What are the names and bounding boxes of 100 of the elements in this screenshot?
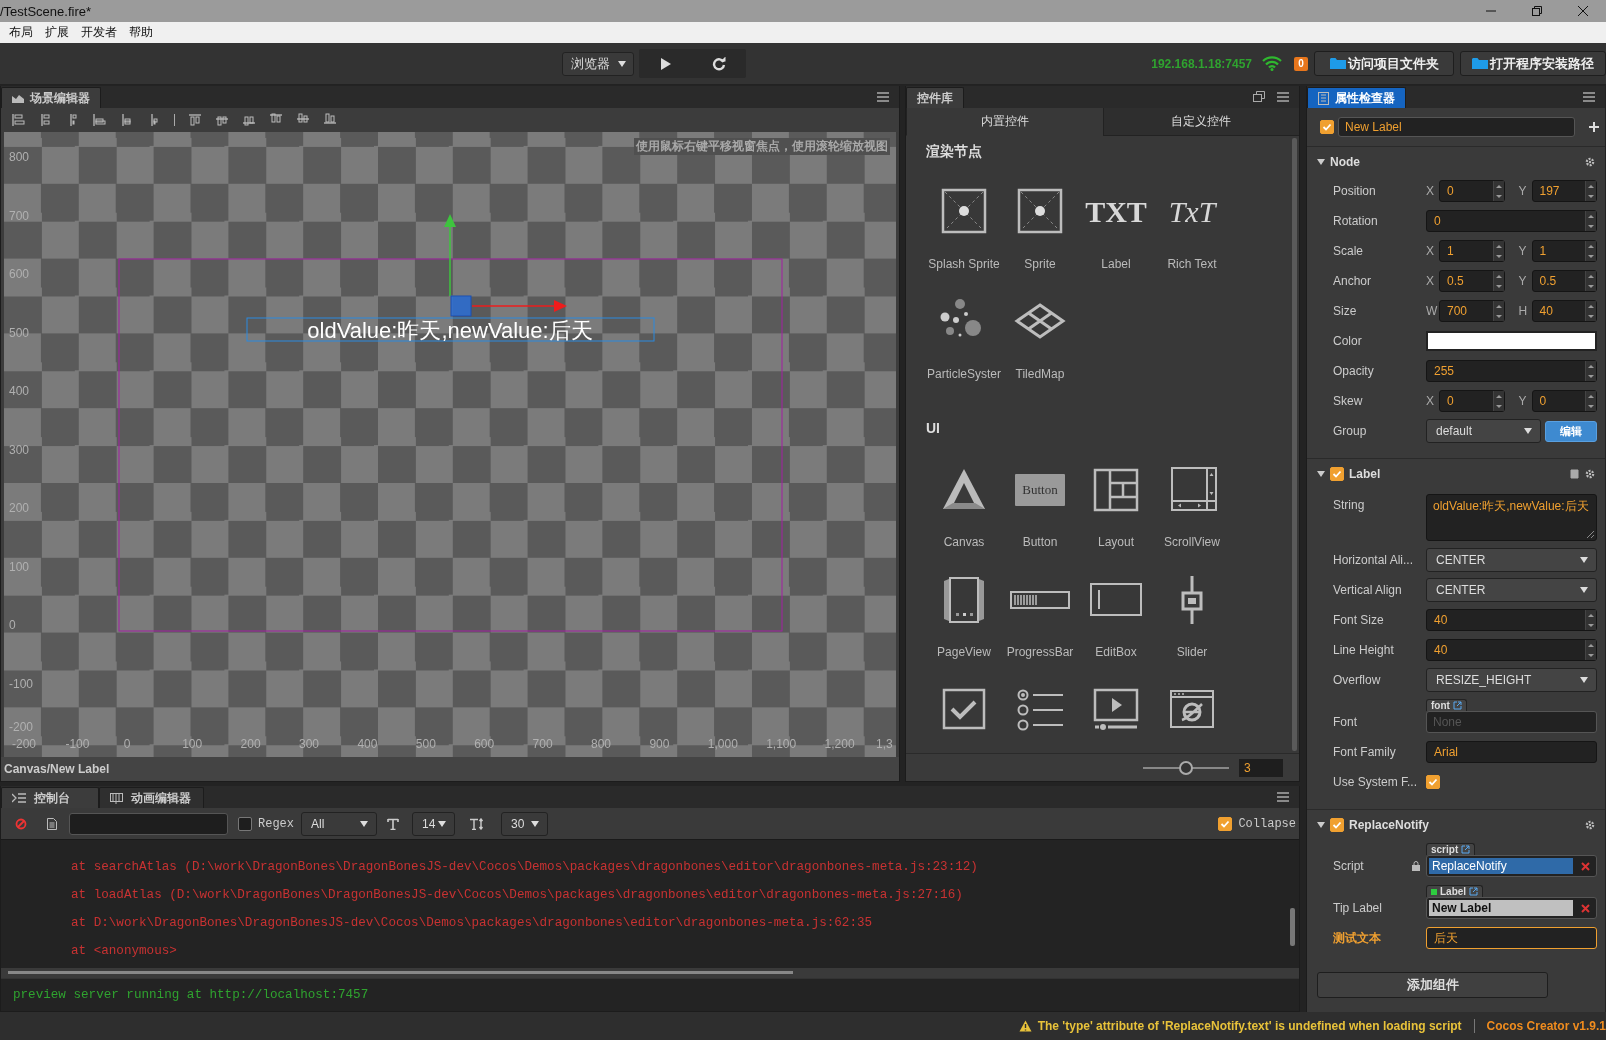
menu-icon[interactable] bbox=[1277, 92, 1289, 102]
settings-icon[interactable] bbox=[1585, 156, 1595, 167]
slider-thumb[interactable] bbox=[1179, 760, 1193, 775]
component-label: Splash Sprite bbox=[928, 256, 1000, 272]
dropdown[interactable]: CENTER bbox=[1426, 548, 1597, 572]
link-icon[interactable] bbox=[1452, 701, 1462, 710]
edit-button[interactable]: 编辑 bbox=[1545, 420, 1597, 442]
menu-icon[interactable] bbox=[1277, 792, 1289, 802]
number-field[interactable]: 0.5 bbox=[1439, 270, 1505, 292]
number-field[interactable]: 40 bbox=[1426, 639, 1597, 661]
align-icon[interactable] bbox=[215, 113, 229, 127]
notification-badge: 0 bbox=[1294, 56, 1308, 71]
align-icon[interactable] bbox=[93, 113, 107, 127]
menu-item[interactable]: 帮助 bbox=[123, 24, 159, 41]
text-field[interactable]: 后天 bbox=[1426, 927, 1597, 949]
settings-icon[interactable] bbox=[1585, 468, 1595, 479]
remove-icon[interactable] bbox=[1581, 903, 1590, 913]
menu-icon[interactable] bbox=[1583, 92, 1595, 102]
number-field[interactable]: 700 bbox=[1439, 300, 1505, 322]
restore-icon[interactable] bbox=[1532, 6, 1542, 16]
component-checkbox[interactable] bbox=[1330, 466, 1344, 481]
number-field[interactable]: 1 bbox=[1439, 240, 1505, 262]
link-icon[interactable] bbox=[1461, 845, 1471, 854]
y-axis-arrow[interactable] bbox=[444, 214, 456, 297]
settings-icon[interactable] bbox=[1585, 819, 1595, 830]
node-field[interactable]: New Label bbox=[1429, 900, 1573, 916]
number-field[interactable]: 197 bbox=[1531, 180, 1597, 202]
text-field[interactable]: Arial bbox=[1426, 741, 1597, 763]
resize-grip-icon[interactable] bbox=[1587, 531, 1594, 538]
checkbox[interactable] bbox=[1426, 775, 1440, 789]
menu-icon[interactable] bbox=[877, 92, 889, 102]
component-checkbox[interactable] bbox=[1330, 817, 1344, 832]
toolbar-button[interactable]: 打开程序安装路径 bbox=[1460, 51, 1606, 76]
filter-field[interactable] bbox=[69, 812, 228, 835]
align-icon[interactable] bbox=[188, 113, 202, 127]
menu-item[interactable]: 扩展 bbox=[39, 24, 75, 41]
align-icon[interactable] bbox=[323, 113, 337, 127]
zoom-field[interactable]: 3 bbox=[1239, 758, 1283, 777]
number-field[interactable]: 0 bbox=[1439, 390, 1505, 412]
clear-icon[interactable] bbox=[15, 817, 27, 830]
align-icon[interactable] bbox=[242, 113, 256, 127]
line-height-icon[interactable] bbox=[469, 817, 483, 830]
scrollbar[interactable] bbox=[8, 971, 793, 974]
node-active-checkbox[interactable] bbox=[1320, 120, 1334, 134]
scrollbar[interactable] bbox=[1292, 138, 1297, 751]
scrollbar[interactable] bbox=[1290, 908, 1295, 946]
check-icon bbox=[1220, 818, 1231, 829]
panel-tab[interactable]: 控制台 bbox=[1, 787, 99, 808]
text-icon[interactable]: TXT bbox=[1085, 195, 1147, 229]
component-label: ParticleSyster bbox=[927, 366, 1001, 382]
number-field[interactable]: 40 bbox=[1426, 609, 1597, 631]
toolbar-button[interactable]: 访问项目文件夹 bbox=[1314, 51, 1454, 76]
regex-checkbox[interactable] bbox=[238, 816, 252, 831]
number-field[interactable]: 40 bbox=[1531, 300, 1597, 322]
property-label: Rotation bbox=[1333, 213, 1379, 230]
section-header[interactable]: Label bbox=[1307, 458, 1605, 488]
add-component-button[interactable]: 添加组件 bbox=[1317, 972, 1548, 998]
library-tab[interactable]: 自定义控件 bbox=[1102, 108, 1299, 136]
ruler-label: 400 bbox=[357, 737, 378, 751]
dropdown[interactable]: CENTER bbox=[1426, 578, 1597, 602]
dropdown[interactable]: RESIZE_HEIGHT bbox=[1426, 668, 1597, 692]
panel-tab[interactable]: 属性检查器 bbox=[1307, 87, 1406, 108]
panel-tab[interactable]: 控件库 bbox=[906, 87, 964, 108]
collapse-checkbox[interactable] bbox=[1218, 816, 1233, 831]
add-icon[interactable] bbox=[1589, 122, 1599, 132]
section-header[interactable]: Node bbox=[1307, 146, 1605, 176]
section-header[interactable]: ReplaceNotify bbox=[1307, 809, 1605, 839]
node-name-field[interactable]: New Label bbox=[1338, 117, 1575, 137]
dropdown[interactable]: 14 bbox=[412, 811, 455, 836]
link-icon[interactable] bbox=[1469, 887, 1479, 896]
panel-tab[interactable]: 场景编辑器 bbox=[1, 87, 101, 108]
number-field[interactable]: 1 bbox=[1531, 240, 1597, 262]
selected-label-node[interactable]: oldValue:昨天,newValue:后天 bbox=[246, 317, 655, 343]
panel-tab[interactable]: 动画编辑器 bbox=[99, 787, 204, 808]
dropdown[interactable]: 30 bbox=[501, 811, 548, 836]
number-field[interactable]: 255 bbox=[1426, 360, 1597, 382]
platform-dropdown[interactable]: 浏览器 bbox=[562, 51, 634, 76]
remove-icon[interactable] bbox=[1581, 861, 1590, 871]
menu-item[interactable]: 开发者 bbox=[75, 24, 123, 41]
align-icon[interactable] bbox=[12, 113, 26, 127]
rich-text-icon[interactable]: TxT bbox=[1168, 195, 1216, 229]
color-field[interactable] bbox=[1426, 331, 1597, 351]
move-handle[interactable] bbox=[450, 295, 472, 317]
number-field[interactable]: 0 bbox=[1426, 210, 1597, 232]
menu-item[interactable]: 布局 bbox=[3, 24, 39, 41]
string-field[interactable]: oldValue:昨天,newValue:后天 bbox=[1426, 494, 1597, 541]
dropdown[interactable]: All bbox=[301, 811, 377, 836]
button-icon[interactable]: Button bbox=[1015, 474, 1065, 506]
number-field[interactable]: 0 bbox=[1531, 390, 1597, 412]
number-field[interactable]: 0 bbox=[1439, 180, 1505, 202]
close-icon[interactable] bbox=[1578, 6, 1588, 16]
font-size-icon[interactable] bbox=[387, 817, 399, 830]
align-icon[interactable] bbox=[120, 113, 134, 127]
float-window-icon[interactable] bbox=[1253, 91, 1265, 102]
align-icon[interactable] bbox=[39, 113, 53, 127]
script-field[interactable]: ReplaceNotify bbox=[1429, 858, 1573, 874]
dropdown[interactable]: default bbox=[1426, 419, 1541, 443]
file-icon[interactable] bbox=[47, 817, 57, 830]
expand-caret-icon[interactable] bbox=[1317, 158, 1325, 165]
number-field[interactable]: 0.5 bbox=[1531, 270, 1597, 292]
